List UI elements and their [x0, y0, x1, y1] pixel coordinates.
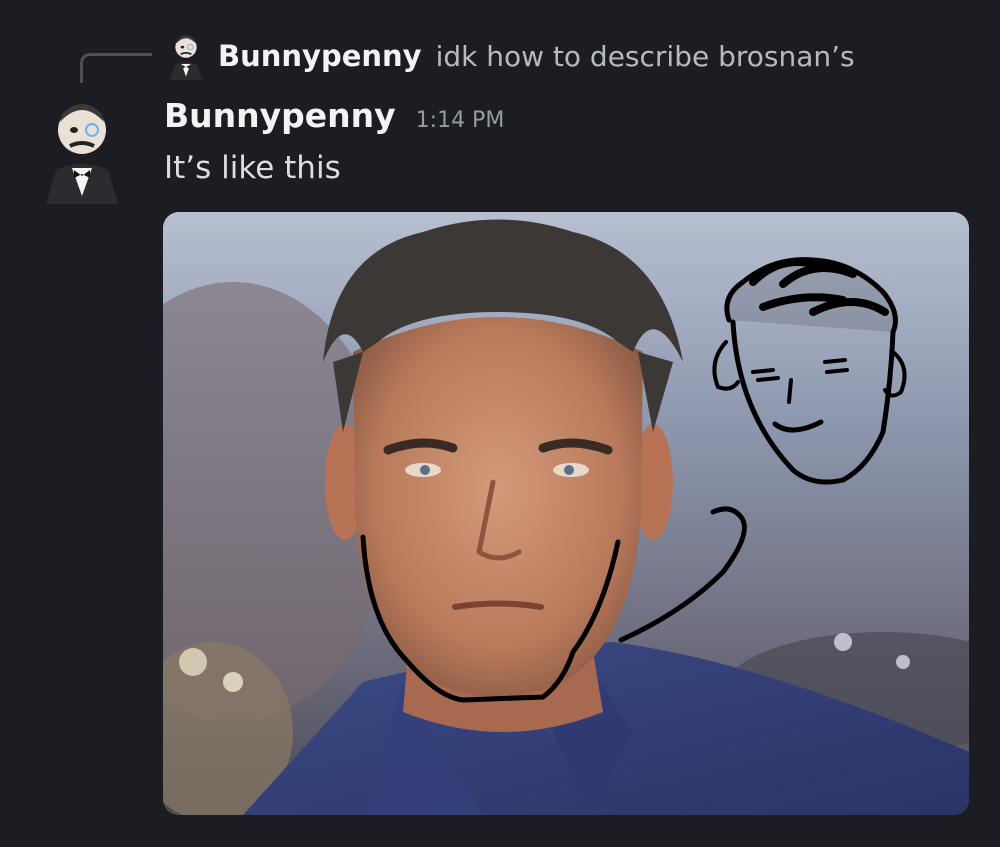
- message-header: Bunnypenny 1:14 PM: [164, 96, 504, 146]
- reply-message-text[interactable]: idk how to describe brosnan’s: [436, 40, 855, 73]
- image-attachment[interactable]: [163, 212, 969, 815]
- message-timestamp[interactable]: 1:14 PM: [416, 108, 505, 133]
- reply-avatar-icon[interactable]: [166, 32, 206, 80]
- attachment-image: [163, 212, 969, 815]
- chat-view: Bunnypenny idk how to describe brosnan’s…: [0, 0, 1000, 847]
- reply-author-name[interactable]: Bunnypenny: [218, 39, 422, 73]
- message-text: It’s like this: [164, 150, 341, 186]
- author-name[interactable]: Bunnypenny: [164, 96, 396, 135]
- reply-preview[interactable]: Bunnypenny idk how to describe brosnan’s: [166, 32, 855, 80]
- reply-connector: [80, 53, 152, 83]
- author-avatar-icon[interactable]: [38, 96, 126, 204]
